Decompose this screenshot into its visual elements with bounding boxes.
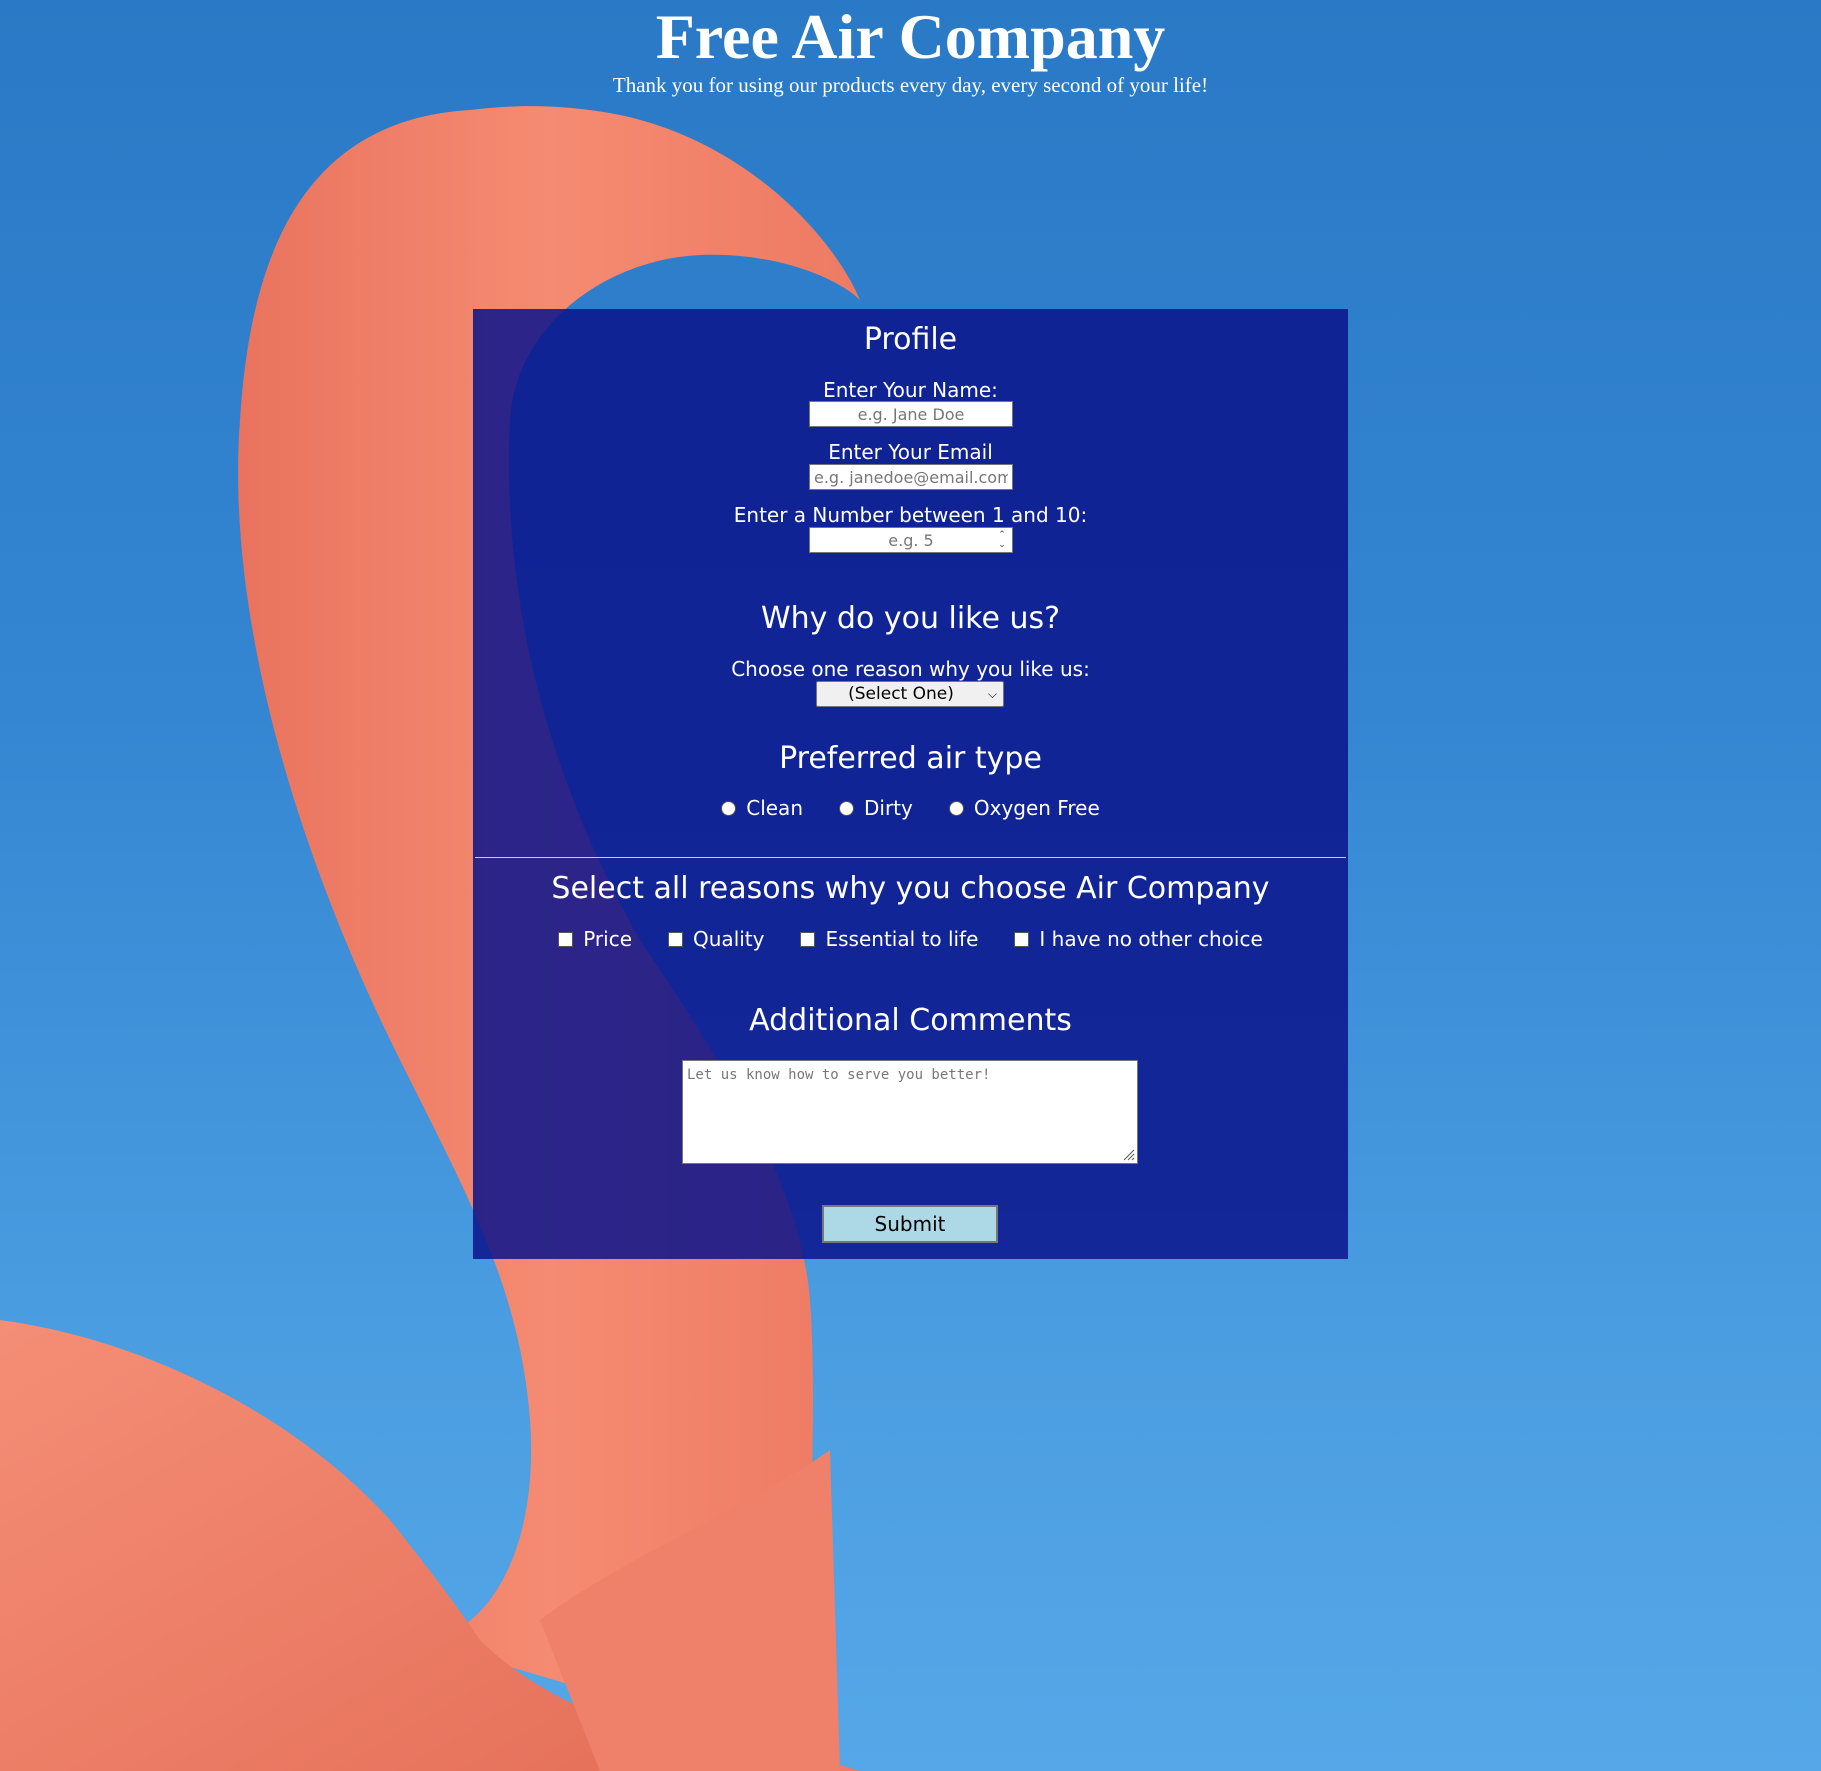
air-type-option-oxygen-free[interactable]: Oxygen Free: [948, 796, 1100, 820]
radio-button[interactable]: [948, 800, 964, 816]
air-type-radio-group: Clean Dirty Oxygen Free: [473, 796, 1348, 820]
reason-option-no-choice[interactable]: I have no other choice: [1014, 927, 1263, 951]
resize-grip-icon[interactable]: [1121, 1147, 1135, 1161]
reason-option-label: Quality: [693, 927, 765, 951]
air-type-option-dirty[interactable]: Dirty: [839, 796, 913, 820]
number-field[interactable]: ⌃⌄: [809, 527, 1013, 553]
reason-select-label: Choose one reason why you like us:: [731, 657, 1090, 681]
survey-form: Profile Enter Your Name: Enter Your Emai…: [473, 309, 1348, 1259]
checkbox[interactable]: [668, 931, 684, 947]
reason-option-label: Price: [583, 927, 633, 951]
profile-heading: Profile: [863, 322, 958, 357]
radio-button[interactable]: [721, 800, 737, 816]
site-tagline: Thank you for using our products every d…: [612, 73, 1209, 97]
reasons-checkbox-group: Price Quality Essential to life I have n…: [473, 927, 1348, 951]
checkbox[interactable]: [1014, 931, 1030, 947]
number-spinner-icon[interactable]: ⌃ ⌄: [995, 530, 1009, 550]
reason-option-quality[interactable]: Quality: [668, 927, 764, 951]
site-title: Free Air Company: [655, 1, 1166, 72]
section-divider: [475, 857, 1346, 858]
name-input[interactable]: [809, 401, 1013, 427]
submit-button[interactable]: Submit: [822, 1205, 998, 1243]
reason-option-label: Essential to life: [825, 927, 979, 951]
air-type-option-clean[interactable]: Clean: [721, 796, 803, 820]
comments-placeholder: Let us know how to serve you better!: [687, 1067, 991, 1083]
name-label: Enter Your Name:: [823, 378, 998, 402]
reason-option-essential[interactable]: Essential to life: [800, 927, 978, 951]
reason-option-price[interactable]: Price: [558, 927, 632, 951]
email-label: Enter Your Email: [828, 440, 993, 464]
checkbox[interactable]: [558, 931, 574, 947]
air-type-option-label: Oxygen Free: [973, 796, 1100, 820]
chevron-down-icon: ⌵: [987, 687, 997, 701]
radio-button[interactable]: [839, 800, 854, 816]
air-type-option-label: Dirty: [864, 796, 913, 820]
comments-textarea[interactable]: Let us know how to serve you better!: [682, 1060, 1138, 1164]
reason-select-value: (Select One): [848, 684, 954, 704]
reason-option-label: I have no other choice: [1039, 927, 1263, 951]
why-heading: Why do you like us?: [760, 601, 1061, 636]
email-input[interactable]: [809, 464, 1013, 490]
air-type-option-label: Clean: [746, 796, 803, 820]
number-input[interactable]: [821, 528, 1001, 552]
air-type-heading: Preferred air type: [779, 741, 1042, 776]
number-label: Enter a Number between 1 and 10:: [733, 503, 1088, 527]
page-header: Free Air Company Thank you for using our…: [0, 0, 1821, 98]
reasons-heading: Select all reasons why you choose Air Co…: [551, 871, 1270, 906]
checkbox[interactable]: [800, 931, 816, 947]
comments-heading: Additional Comments: [749, 1003, 1072, 1038]
reason-select[interactable]: (Select One) ⌵: [816, 681, 1004, 707]
